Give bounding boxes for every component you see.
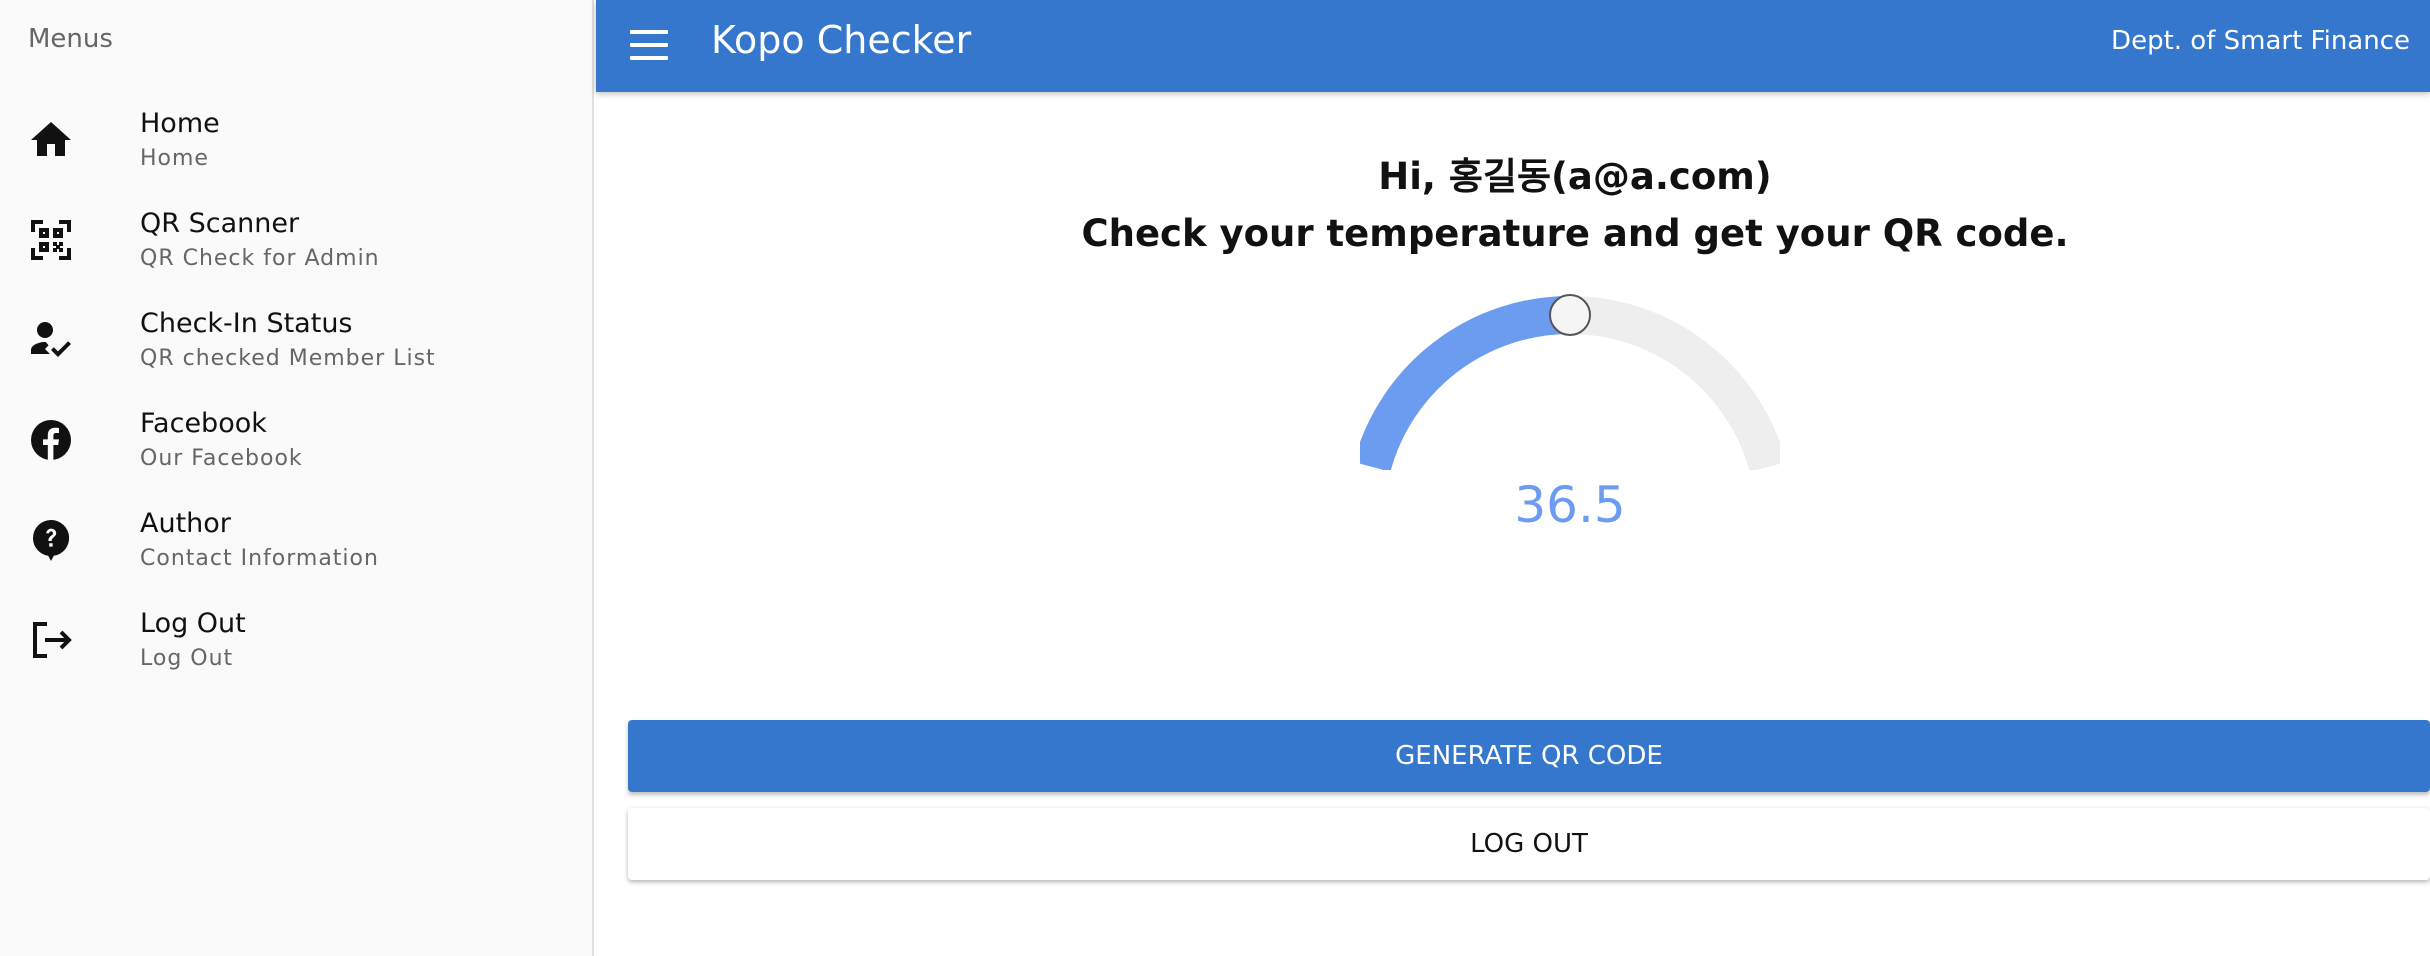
temperature-value: 36.5 — [1514, 476, 1626, 534]
nav-item-title: Facebook — [140, 408, 267, 439]
greeting-text: Hi, 홍길동(a@a.com) — [1378, 155, 1772, 198]
gauge-thumb — [1549, 294, 1591, 336]
qr-code-scanner-icon — [27, 216, 75, 264]
nav-item-title: Home — [140, 108, 220, 139]
menu-icon[interactable] — [630, 26, 670, 66]
nav-item-subtitle: Our Facebook — [140, 446, 303, 471]
app-bar: Kopo Checker Dept. of Smart Finance — [596, 0, 2430, 92]
nav-item-title: QR Scanner — [140, 208, 300, 239]
gauge-fill — [1360, 296, 1571, 470]
help-icon — [27, 516, 75, 564]
nav-item-log-out[interactable]: Log Out Log Out — [0, 588, 590, 688]
drawer-header: Menus — [28, 24, 113, 54]
nav-item-subtitle: Contact Information — [140, 546, 379, 571]
nav-item-check-in-status[interactable]: Check-In Status QR checked Member List — [0, 288, 590, 388]
nav-item-facebook[interactable]: Facebook Our Facebook — [0, 388, 590, 488]
nav-item-subtitle: QR checked Member List — [140, 346, 436, 371]
nav-item-qr-scanner[interactable]: QR Scanner QR Check for Admin — [0, 188, 590, 288]
nav-item-title: Log Out — [140, 608, 246, 639]
nav-item-subtitle: Home — [140, 146, 209, 171]
app-title: Kopo Checker — [711, 18, 972, 62]
instruction-text: Check your temperature and get your QR c… — [1081, 212, 2069, 255]
nav-item-subtitle: Log Out — [140, 646, 234, 671]
nav-item-author[interactable]: Author Contact Information — [0, 488, 590, 588]
facebook-icon — [27, 416, 75, 464]
nav-item-home[interactable]: Home Home — [0, 88, 590, 188]
nav-item-title: Author — [140, 508, 231, 539]
temperature-gauge[interactable] — [1360, 290, 1780, 470]
how-to-reg-icon — [27, 316, 75, 364]
navigation-drawer: Menus Home Home QR Scanner QR Check for … — [0, 0, 594, 956]
logout-icon — [27, 616, 75, 664]
department-label: Dept. of Smart Finance — [2111, 26, 2410, 56]
home-icon — [27, 116, 75, 164]
nav-item-subtitle: QR Check for Admin — [140, 246, 380, 271]
log-out-button[interactable]: LOG OUT — [628, 808, 2430, 880]
generate-qr-code-button[interactable]: GENERATE QR CODE — [628, 720, 2430, 792]
nav-item-title: Check-In Status — [140, 308, 353, 339]
